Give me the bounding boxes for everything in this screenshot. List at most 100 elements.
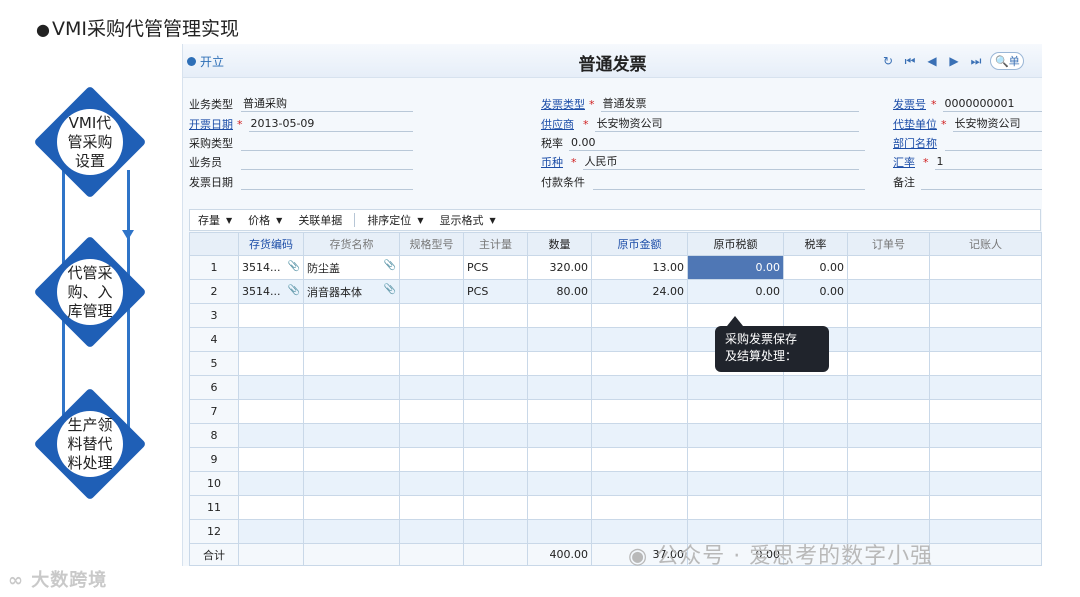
field-salesperson[interactable]: 业务员: [189, 154, 413, 170]
related-docs-button[interactable]: 关联单据: [290, 212, 350, 228]
col-header-amount[interactable]: 原币金额: [591, 232, 688, 256]
empty-cell[interactable]: [303, 447, 400, 472]
field-advance-unit[interactable]: 代垫单位 * 长安物资公司: [893, 116, 1042, 132]
cell-code[interactable]: 3514... 📎: [238, 279, 304, 304]
empty-cell[interactable]: [303, 399, 400, 424]
price-menu[interactable]: 价格 ▼: [240, 212, 290, 228]
cell-bookkeeper[interactable]: [929, 279, 1042, 304]
field-payment-terms[interactable]: 付款条件: [541, 174, 865, 190]
empty-cell[interactable]: [929, 399, 1042, 424]
empty-cell[interactable]: [399, 375, 464, 400]
empty-cell[interactable]: [783, 423, 848, 448]
field-exchange-rate[interactable]: 汇率 * 1: [893, 154, 1042, 170]
empty-cell[interactable]: [591, 327, 688, 352]
col-header-rate[interactable]: 税率: [783, 232, 848, 256]
empty-cell[interactable]: [783, 303, 848, 328]
empty-cell[interactable]: [303, 519, 400, 544]
empty-cell[interactable]: [463, 375, 528, 400]
empty-cell[interactable]: [591, 375, 688, 400]
empty-cell[interactable]: [238, 471, 304, 496]
table-row[interactable]: 4: [189, 327, 1042, 352]
empty-cell[interactable]: [687, 375, 784, 400]
empty-cell[interactable]: [527, 423, 592, 448]
cell-unit[interactable]: PCS: [463, 255, 528, 280]
field-supplier[interactable]: 供应商 * 长安物资公司: [541, 116, 859, 132]
empty-cell[interactable]: [929, 447, 1042, 472]
table-row[interactable]: 6: [189, 375, 1042, 400]
empty-cell[interactable]: [527, 471, 592, 496]
table-row[interactable]: 3: [189, 303, 1042, 328]
empty-cell[interactable]: [591, 351, 688, 376]
empty-cell[interactable]: [399, 399, 464, 424]
empty-cell[interactable]: [929, 303, 1042, 328]
empty-cell[interactable]: [929, 375, 1042, 400]
empty-cell[interactable]: [303, 471, 400, 496]
cell-amount[interactable]: 24.00: [591, 279, 688, 304]
empty-cell[interactable]: [238, 327, 304, 352]
empty-cell[interactable]: [399, 351, 464, 376]
col-header-unit[interactable]: 主计量: [463, 232, 528, 256]
empty-cell[interactable]: [929, 351, 1042, 376]
empty-cell[interactable]: [783, 375, 848, 400]
empty-cell[interactable]: [929, 519, 1042, 544]
empty-cell[interactable]: [847, 471, 930, 496]
refresh-icon[interactable]: ↻: [880, 54, 896, 68]
empty-cell[interactable]: [591, 495, 688, 520]
empty-cell[interactable]: [929, 327, 1042, 352]
cell-spec[interactable]: [399, 279, 464, 304]
empty-cell[interactable]: [783, 447, 848, 472]
cell-rate[interactable]: 0.00: [783, 279, 848, 304]
field-tax-rate[interactable]: 税率 0.00: [541, 135, 865, 151]
display-format-menu[interactable]: 显示格式 ▼: [431, 212, 503, 228]
empty-cell[interactable]: [303, 375, 400, 400]
empty-cell[interactable]: [399, 471, 464, 496]
cell-tax-selected[interactable]: 0.00: [687, 255, 784, 280]
col-header-name[interactable]: 存货名称: [303, 232, 400, 256]
field-remarks[interactable]: 备注: [893, 174, 1042, 190]
empty-cell[interactable]: [687, 399, 784, 424]
cell-rate[interactable]: 0.00: [783, 255, 848, 280]
empty-cell[interactable]: [399, 447, 464, 472]
table-row[interactable]: 5: [189, 351, 1042, 376]
last-record-icon[interactable]: ⏭: [968, 54, 984, 69]
empty-cell[interactable]: [303, 327, 400, 352]
prev-record-icon[interactable]: ◀: [924, 54, 940, 68]
empty-cell[interactable]: [783, 471, 848, 496]
field-purchase-type[interactable]: 采购类型: [189, 135, 413, 151]
table-row[interactable]: 10: [189, 471, 1042, 496]
cell-order[interactable]: [847, 255, 930, 280]
field-business-type[interactable]: 业务类型 普通采购: [189, 96, 413, 112]
empty-cell[interactable]: [399, 327, 464, 352]
empty-cell[interactable]: [399, 519, 464, 544]
empty-cell[interactable]: [527, 327, 592, 352]
empty-cell[interactable]: [591, 447, 688, 472]
field-invoice-date[interactable]: 开票日期 * 2013-05-09: [189, 116, 413, 132]
empty-cell[interactable]: [847, 303, 930, 328]
field-invoice-type[interactable]: 发票类型 * 普通发票: [541, 96, 859, 112]
field-invoice-number[interactable]: 发票号 * 0000000001: [893, 96, 1042, 112]
cell-code[interactable]: 3514... 📎: [238, 255, 304, 280]
empty-cell[interactable]: [399, 423, 464, 448]
empty-cell[interactable]: [399, 495, 464, 520]
empty-cell[interactable]: [238, 495, 304, 520]
table-row[interactable]: 11: [189, 495, 1042, 520]
cell-unit[interactable]: PCS: [463, 279, 528, 304]
empty-cell[interactable]: [238, 423, 304, 448]
col-header-bookkeeper[interactable]: 记账人: [929, 232, 1042, 256]
empty-cell[interactable]: [847, 327, 930, 352]
empty-cell[interactable]: [591, 423, 688, 448]
table-row[interactable]: 9: [189, 447, 1042, 472]
empty-cell[interactable]: [591, 303, 688, 328]
empty-cell[interactable]: [238, 351, 304, 376]
stock-menu[interactable]: 存量 ▼: [190, 212, 240, 228]
table-row[interactable]: 1 3514... 📎 防尘盖 📎 PCS 320.00 13.00 0.00 0.…: [189, 255, 1042, 280]
empty-cell[interactable]: [929, 471, 1042, 496]
table-row[interactable]: 2 3514... 📎 消音器本体 📎 PCS 80.00 24.00 0.00 0…: [189, 279, 1042, 304]
paperclip-icon[interactable]: 📎: [384, 284, 396, 295]
paperclip-icon[interactable]: 📎: [288, 261, 300, 272]
col-header-code[interactable]: 存货编码: [238, 232, 304, 256]
empty-cell[interactable]: [303, 351, 400, 376]
empty-cell[interactable]: [783, 495, 848, 520]
empty-cell[interactable]: [238, 303, 304, 328]
empty-cell[interactable]: [687, 447, 784, 472]
